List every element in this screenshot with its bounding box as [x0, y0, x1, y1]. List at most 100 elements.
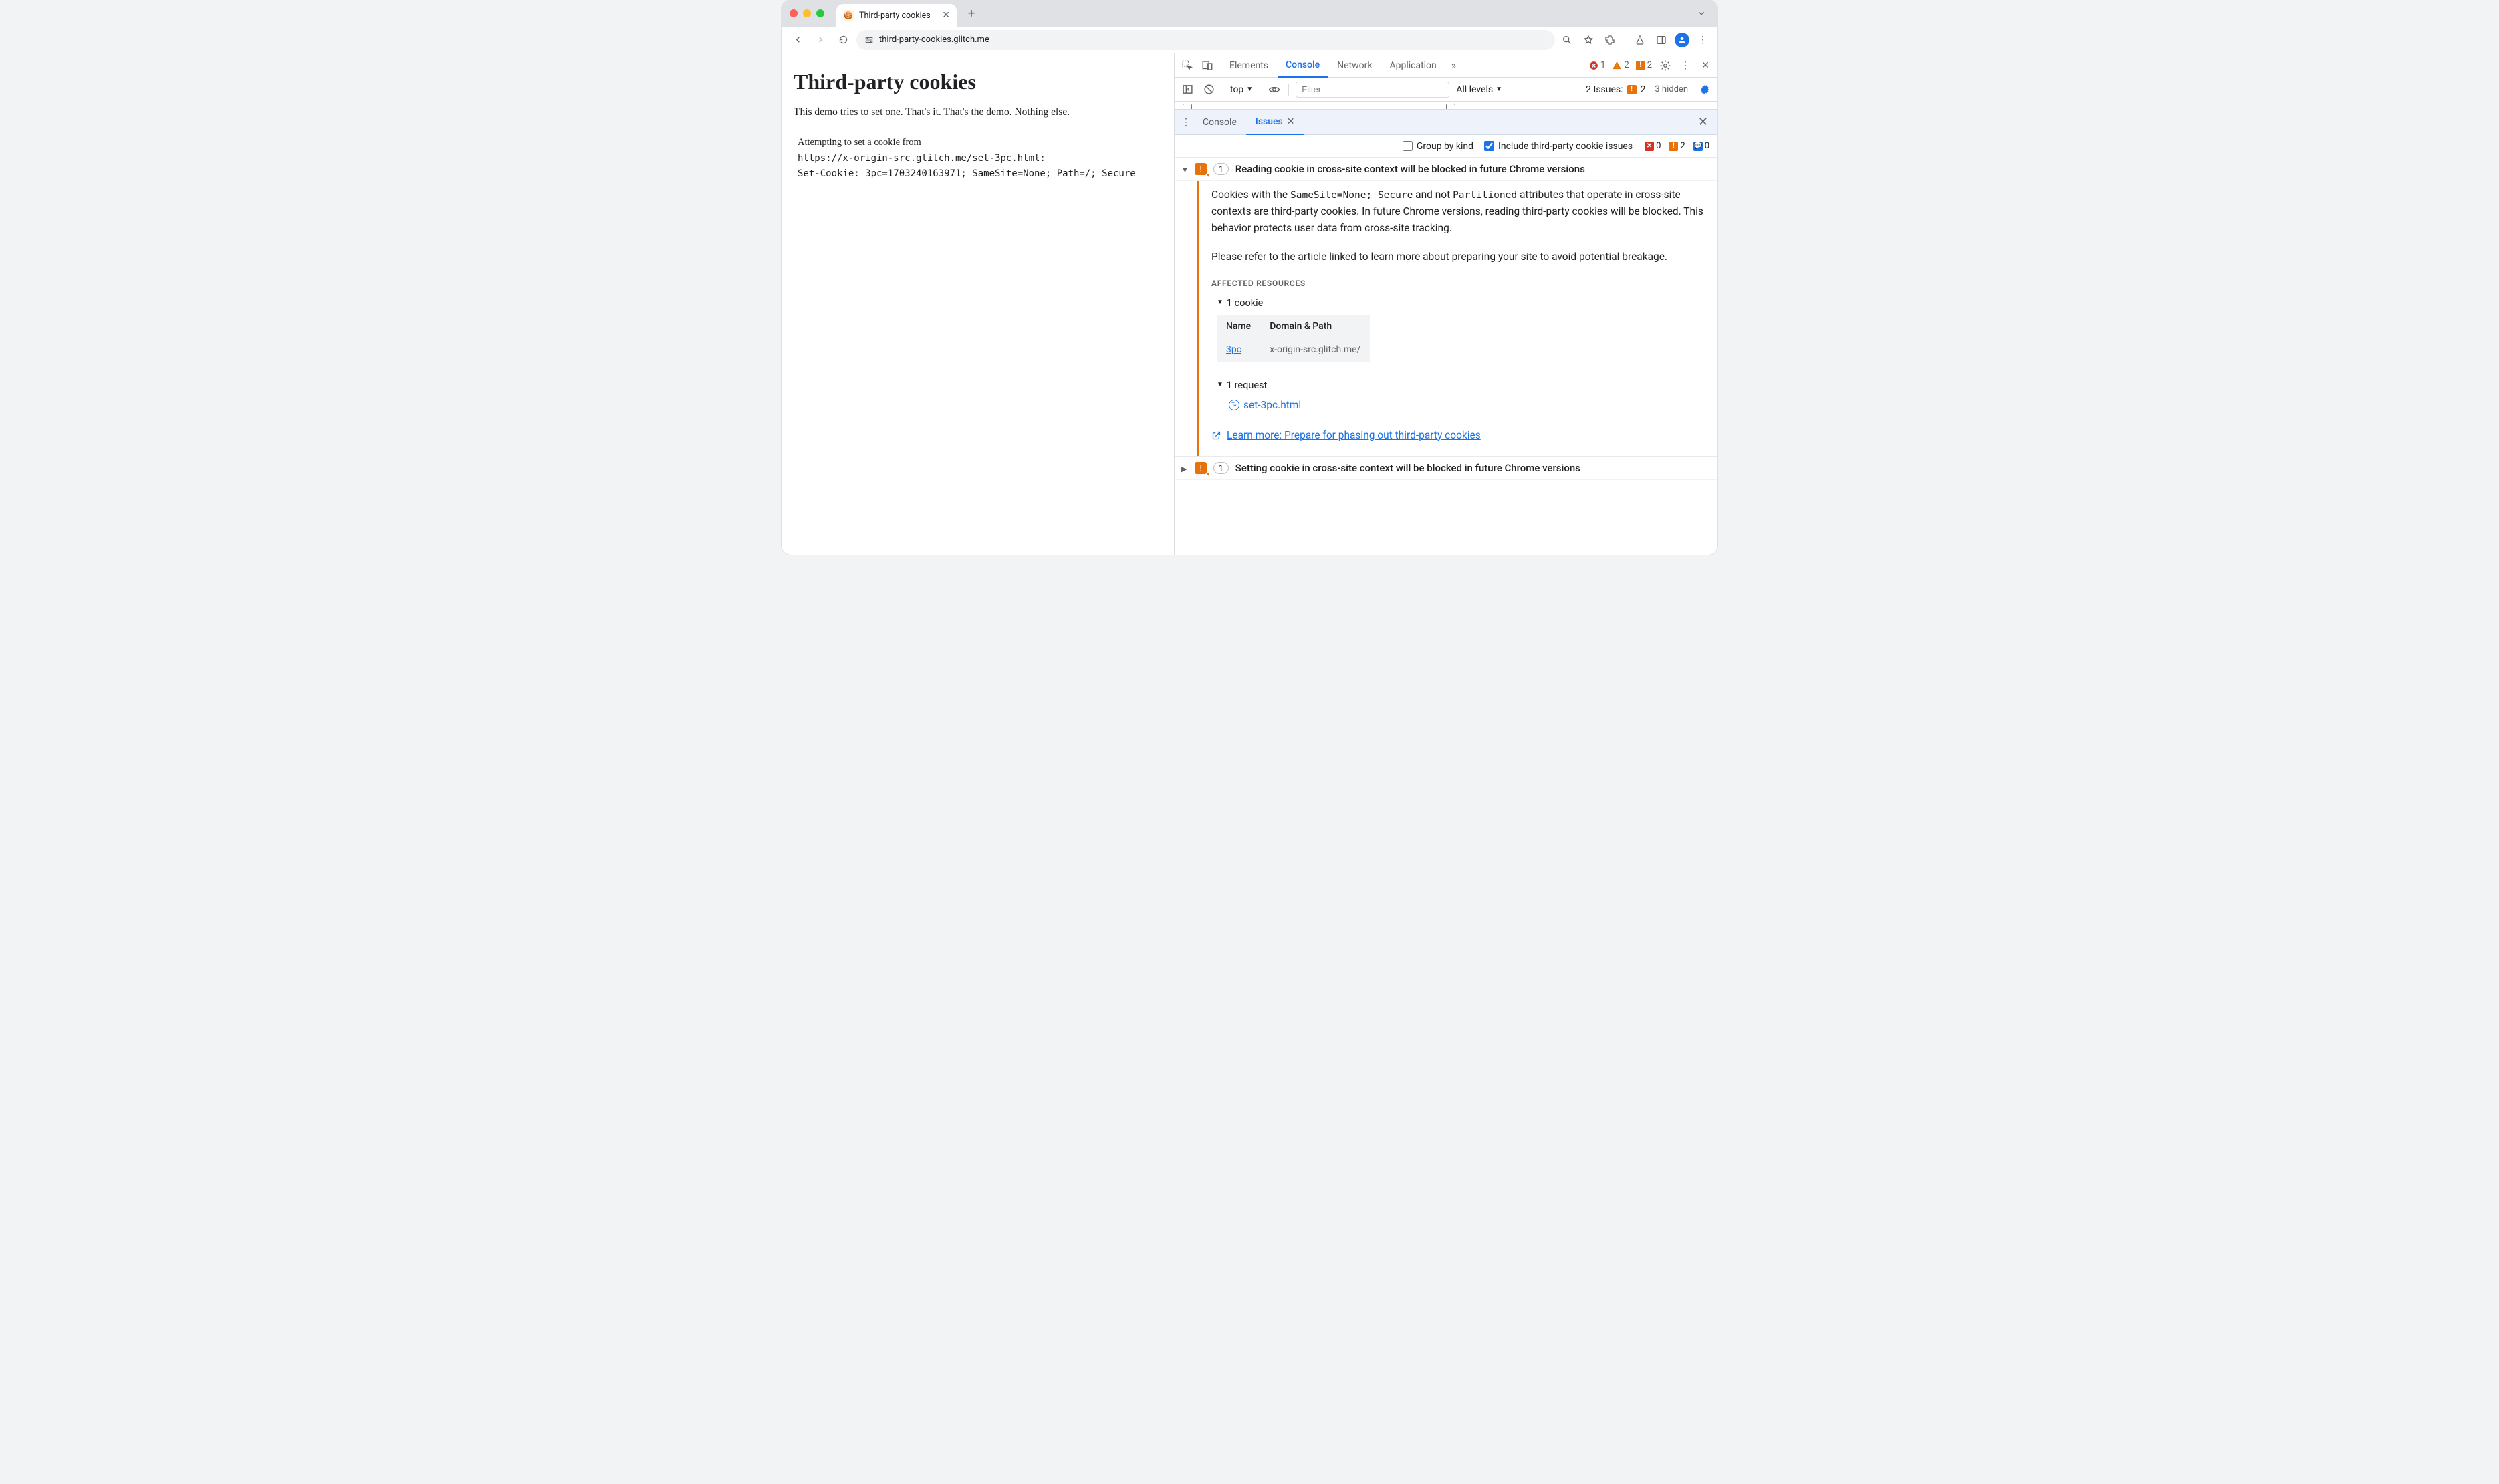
devtools-menu-button[interactable]: ⋮: [1679, 59, 1692, 72]
issues-chip[interactable]: 2 Issues: ! 2: [1586, 84, 1645, 95]
tab-network[interactable]: Network: [1329, 53, 1380, 78]
group-by-kind-checkbox[interactable]: Group by kind: [1403, 141, 1473, 152]
omnibox-url: third-party-cookies.glitch.me: [879, 35, 989, 45]
extra-filters-row: [1175, 102, 1717, 110]
issue-title: Setting cookie in cross-site context wil…: [1235, 462, 1580, 474]
inspect-element-icon[interactable]: [1180, 58, 1195, 73]
traffic-lights: [790, 9, 824, 17]
cookie-name-link[interactable]: 3pc: [1226, 344, 1241, 355]
cookie-favicon-icon: 🍪: [843, 10, 854, 21]
affected-cookies-table: Name Domain & Path 3pc x-origin-src.glit…: [1217, 315, 1370, 362]
table-row[interactable]: 3pc x-origin-src.glitch.me/: [1217, 338, 1370, 362]
window-minimize-button[interactable]: [803, 9, 811, 17]
devtools-tabbar: Elements Console Network Application » 1…: [1175, 53, 1717, 78]
context-selector[interactable]: top ▼: [1230, 84, 1253, 95]
table-header-name: Name: [1217, 315, 1260, 338]
device-toolbar-icon[interactable]: [1200, 58, 1215, 73]
error-counter[interactable]: 1: [1589, 60, 1605, 70]
bookmark-star-icon[interactable]: [1580, 32, 1596, 48]
cookie-toggle[interactable]: ▼1 cookie: [1217, 295, 1709, 311]
clear-console-button[interactable]: [1201, 82, 1216, 97]
tab-close-button[interactable]: ✕: [942, 10, 950, 21]
issue-severity-counters: ✕0 !2 💬0: [1643, 141, 1711, 151]
browser-tab[interactable]: 🍪 Third-party cookies ✕: [836, 4, 957, 27]
disclosure-triangle-icon[interactable]: ▼: [1181, 163, 1188, 174]
issue-count-badge: 1: [1213, 462, 1229, 474]
table-header-domain: Domain & Path: [1260, 315, 1370, 338]
warning-counter[interactable]: 2: [1612, 60, 1629, 70]
drawer-issues-close-button[interactable]: ✕: [1287, 116, 1295, 127]
window-close-button[interactable]: [790, 9, 798, 17]
issue-title: Reading cookie in cross-site context wil…: [1235, 163, 1585, 175]
toggle-sidebar-button[interactable]: [1180, 82, 1195, 97]
devtools-close-button[interactable]: ✕: [1699, 59, 1712, 72]
cookie-domain: x-origin-src.glitch.me/: [1260, 338, 1370, 362]
learn-more-link[interactable]: Learn more: Prepare for phasing out thir…: [1211, 427, 1709, 444]
drawer-close-button[interactable]: ✕: [1693, 115, 1713, 129]
issue-row[interactable]: ▶ ! 1 Setting cookie in cross-site conte…: [1175, 456, 1717, 480]
issue-paragraph: Please refer to the article linked to le…: [1211, 249, 1709, 265]
console-settings-button[interactable]: [1697, 82, 1712, 97]
drawer-menu-button[interactable]: ⋮: [1179, 115, 1193, 130]
issue-counter[interactable]: ! 2: [1636, 60, 1652, 70]
labs-icon[interactable]: [1632, 32, 1648, 48]
zoom-icon[interactable]: [1559, 32, 1575, 48]
attempt-url: https://x-origin-src.glitch.me/set-3pc.h…: [798, 151, 1162, 167]
devtools-settings-button[interactable]: [1659, 59, 1672, 72]
extensions-icon[interactable]: [1602, 32, 1618, 48]
tabs-dropdown-button[interactable]: [1693, 5, 1709, 21]
external-link-icon: [1211, 430, 1221, 441]
demo-block: Attempting to set a cookie from https://…: [798, 134, 1162, 182]
hidden-count[interactable]: 3 hidden: [1655, 84, 1688, 94]
tab-title: Third-party cookies: [859, 11, 931, 21]
request-link[interactable]: ⇅ set-3pc.html: [1229, 397, 1709, 414]
tab-elements[interactable]: Elements: [1221, 53, 1276, 78]
improvement-count[interactable]: 💬0: [1692, 141, 1711, 151]
tab-console[interactable]: Console: [1278, 53, 1328, 78]
hide-network-checkbox[interactable]: [1183, 104, 1192, 110]
network-request-icon: ⇅: [1229, 400, 1239, 410]
live-expression-button[interactable]: [1267, 82, 1282, 97]
log-xhr-checkbox[interactable]: [1446, 104, 1455, 110]
page-error-count[interactable]: ✕0: [1643, 141, 1662, 151]
window-maximize-button[interactable]: [816, 9, 824, 17]
issue-row[interactable]: ▼ ! 1 Reading cookie in cross-site conte…: [1175, 158, 1717, 181]
console-toolbar: top ▼ All levels ▼ 2 Issues: ! 2: [1175, 78, 1717, 102]
more-tabs-button[interactable]: »: [1446, 59, 1462, 72]
page-intro: This demo tries to set one. That's it. T…: [794, 106, 1162, 118]
issue-detail: Cookies with the SameSite=None; Secure a…: [1197, 181, 1717, 456]
chrome-menu-button[interactable]: ⋮: [1695, 32, 1711, 48]
reload-button[interactable]: [834, 31, 852, 49]
breaking-change-count[interactable]: !2: [1667, 141, 1686, 151]
disclosure-triangle-icon[interactable]: ▶: [1181, 462, 1188, 473]
issues-toolbar: Group by kind Include third-party cookie…: [1175, 135, 1717, 158]
back-button[interactable]: [788, 31, 807, 49]
tab-application[interactable]: Application: [1381, 53, 1444, 78]
attempt-label: Attempting to set a cookie from: [798, 134, 1162, 151]
page-content: Third-party cookies This demo tries to s…: [782, 53, 1175, 555]
filter-input[interactable]: [1296, 82, 1449, 98]
drawer-tab-issues[interactable]: Issues ✕: [1246, 110, 1304, 135]
forward-button[interactable]: [811, 31, 830, 49]
set-cookie-header: Set-Cookie: 3pc=1703240163971; SameSite=…: [798, 166, 1162, 182]
issue-paragraph: Cookies with the SameSite=None; Secure a…: [1211, 187, 1709, 237]
log-level-selector[interactable]: All levels ▼: [1456, 84, 1502, 95]
side-panel-icon[interactable]: [1653, 32, 1669, 48]
issue-count-badge: 1: [1213, 163, 1229, 175]
titlebar: 🍪 Third-party cookies ✕ +: [782, 0, 1717, 27]
page-heading: Third-party cookies: [794, 70, 1162, 94]
site-settings-icon[interactable]: [864, 35, 874, 45]
include-third-party-checkbox[interactable]: Include third-party cookie issues: [1484, 141, 1633, 152]
devtools: Elements Console Network Application » 1…: [1175, 53, 1717, 555]
issues-list: ▼ ! 1 Reading cookie in cross-site conte…: [1175, 158, 1717, 555]
breaking-change-icon: !: [1195, 163, 1207, 175]
breaking-change-icon: !: [1195, 462, 1207, 474]
affected-resources-heading: AFFECTED RESOURCES: [1211, 277, 1709, 290]
omnibox[interactable]: third-party-cookies.glitch.me: [856, 30, 1555, 50]
nav-toolbar: third-party-cookies.glitch.me ⋮: [782, 27, 1717, 53]
drawer-tab-console[interactable]: Console: [1193, 110, 1246, 135]
drawer-tabbar: ⋮ Console Issues ✕ ✕: [1175, 110, 1717, 135]
request-toggle[interactable]: ▼1 request: [1217, 378, 1709, 393]
new-tab-button[interactable]: +: [962, 4, 981, 23]
profile-avatar[interactable]: [1675, 33, 1689, 47]
